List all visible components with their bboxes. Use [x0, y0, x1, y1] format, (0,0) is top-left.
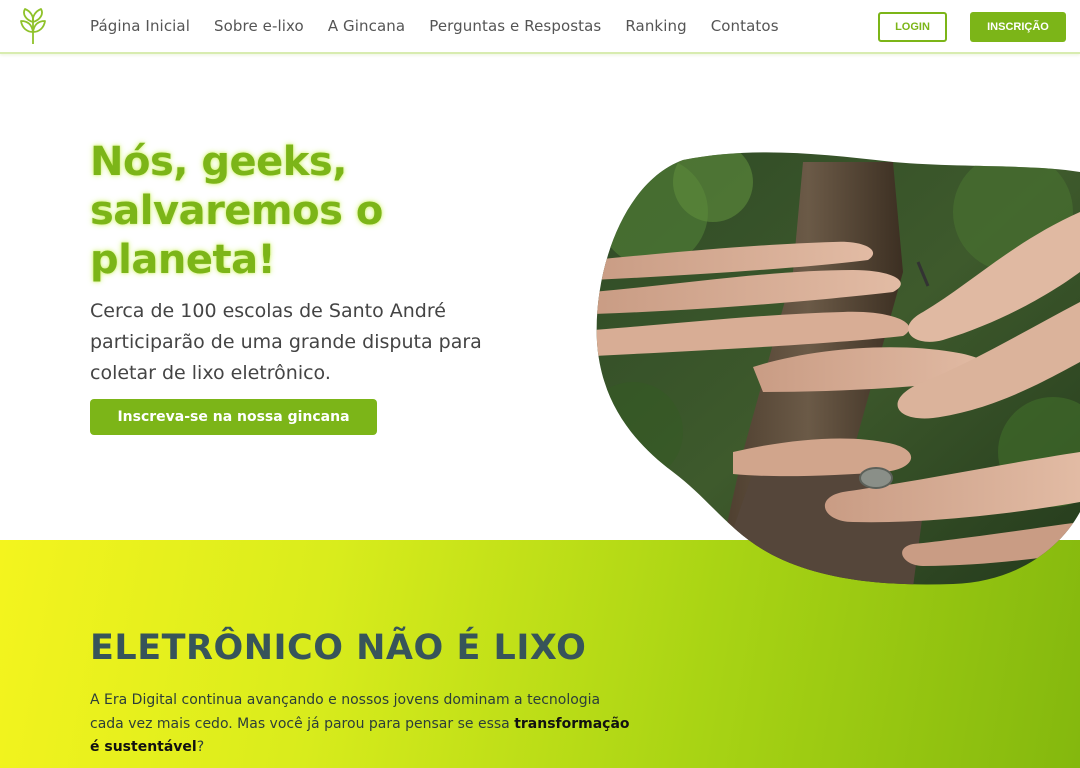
site-header: Página Inicial Sobre e-lixo A Gincana Pe… [0, 0, 1080, 54]
nav-ranking[interactable]: Ranking [625, 17, 686, 35]
hero-title: Nós, geeks, salvaremos o planeta! [90, 139, 383, 283]
nav-faq[interactable]: Perguntas e Respostas [429, 17, 601, 35]
gincana-signup-button[interactable]: Inscreva-se na nossa gincana [90, 399, 377, 435]
nav-contacts[interactable]: Contatos [711, 17, 779, 35]
signup-button[interactable]: INSCRIÇÃO [970, 12, 1066, 42]
nav-home[interactable]: Página Inicial [90, 17, 190, 35]
nav-gincana[interactable]: A Gincana [328, 17, 405, 35]
nav-about-e-waste[interactable]: Sobre e-lixo [214, 17, 304, 35]
section-description: A Era Digital continua avançando e nosso… [90, 689, 630, 760]
hands-on-tree-trunk-photo [596, 152, 1080, 585]
login-button[interactable]: LOGIN [878, 12, 947, 42]
section-text-part2: ? [196, 739, 205, 755]
main-nav: Página Inicial Sobre e-lixo A Gincana Pe… [90, 17, 803, 35]
leaf-logo-icon[interactable] [18, 8, 48, 46]
section-title: ELETRÔNICO NÃO É LIXO [90, 628, 587, 668]
hero-description: Cerca de 100 escolas de Santo André part… [90, 300, 482, 384]
